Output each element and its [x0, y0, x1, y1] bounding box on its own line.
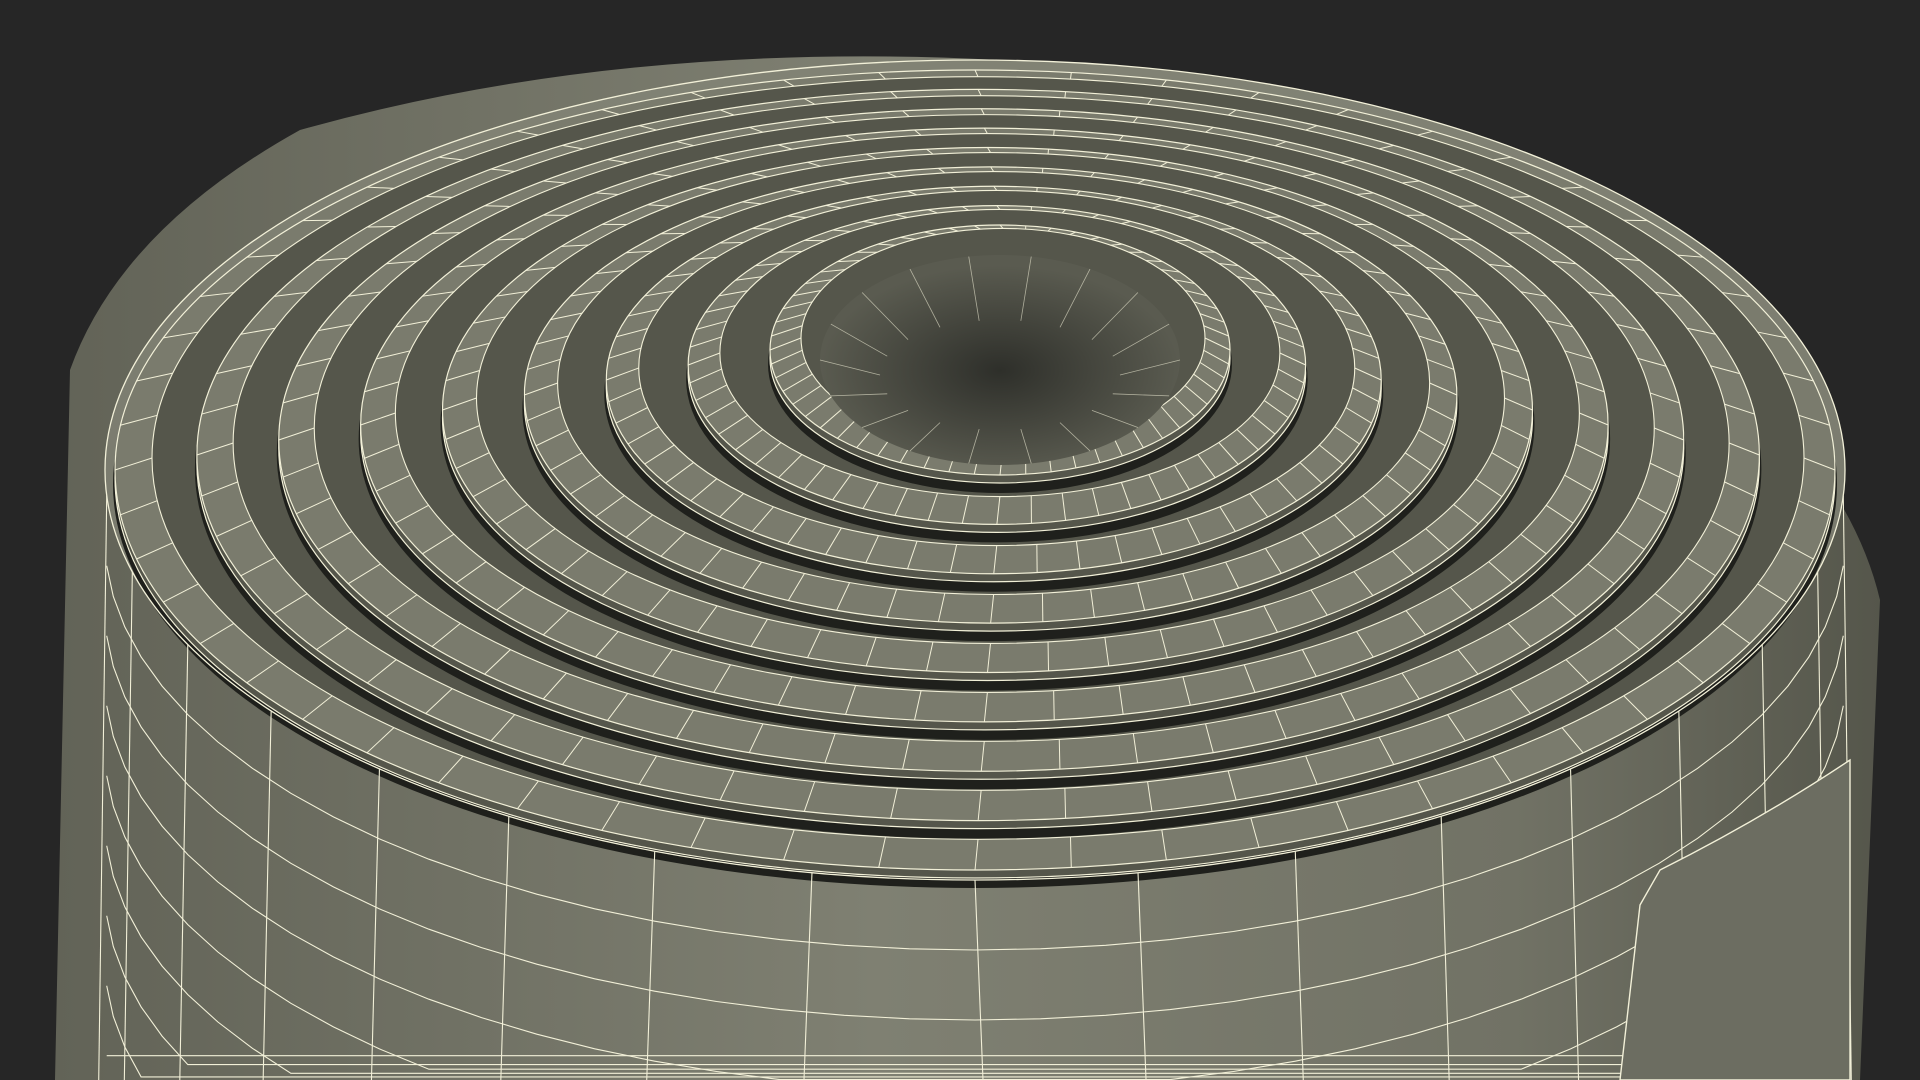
layer-segment-line: [1219, 228, 1236, 230]
roll-core: [820, 255, 1180, 465]
layer-segment-line: [484, 205, 511, 207]
layer-segment-line: [1249, 241, 1268, 244]
layer-segment-line: [367, 225, 397, 228]
layer-segment-line: [1565, 225, 1589, 228]
wireframe-render-viewport: [0, 0, 1920, 1080]
layer-segment-line: [719, 241, 744, 244]
layer-segment-line: [1058, 739, 1061, 770]
layer-segment-line: [752, 228, 774, 230]
layer-segment-line: [1053, 129, 1055, 136]
layer-segment-line: [1457, 205, 1479, 207]
layer-segment-line: [1053, 690, 1055, 721]
layer-segment-line: [1058, 110, 1061, 117]
